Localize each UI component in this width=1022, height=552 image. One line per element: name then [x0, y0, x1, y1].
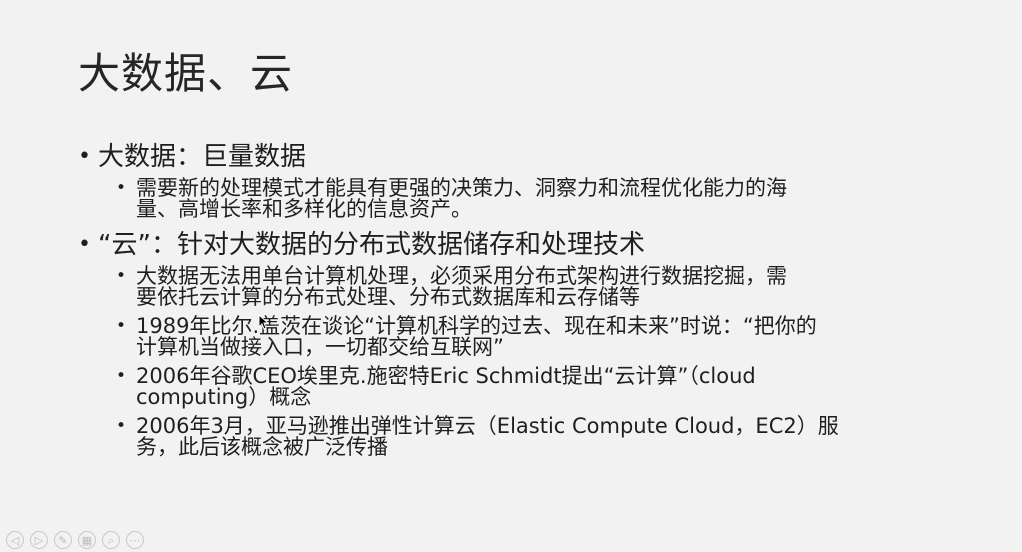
bullet-big-data: 大数据：巨量数据: [78, 140, 958, 174]
bullet-line: 1989年比尔.盖茨在谈论“计算机科学的过去、现在和未来”时说：“把你的: [136, 314, 817, 338]
bullet-cloud: “云”：针对大数据的分布式数据储存和处理技术: [78, 228, 958, 262]
sub-bullet-item: 1989年比尔.盖茨在谈论“计算机科学的过去、现在和未来”时说：“把你的 计算机…: [116, 316, 916, 358]
bullet-line: 2006年3月，亚马逊推出弹性计算云（Elastic Compute Cloud…: [136, 414, 839, 438]
bullet-line: 2006年谷歌CEO埃里克.施密特Eric Schmidt提出“云计算”（clo…: [136, 364, 756, 388]
mouse-pointer-icon: [258, 314, 270, 330]
previous-slide-icon[interactable]: ◁: [6, 531, 24, 549]
bullet-line: 计算机当做接入口，一切都交给互联网”: [136, 335, 504, 359]
slide-title: 大数据、云: [78, 49, 294, 98]
slides-grid-icon[interactable]: ▦: [78, 531, 96, 549]
next-slide-icon[interactable]: ▷: [30, 531, 48, 549]
pen-icon[interactable]: ✎: [54, 531, 72, 549]
bullet-line: 务，此后该概念被广泛传播: [136, 435, 388, 459]
zoom-icon[interactable]: ⌕: [102, 531, 120, 549]
bullet-line: 需要新的处理模式才能具有更强的决策力、洞察力和流程优化能力的海: [136, 176, 787, 200]
presentation-slide: 大数据、云 大数据：巨量数据 需要新的处理模式才能具有更强的决策力、洞察力和流程…: [0, 0, 1022, 552]
slideshow-toolbar: ◁ ▷ ✎ ▦ ⌕ ⋯: [6, 531, 144, 549]
sub-bullet-item: 2006年谷歌CEO埃里克.施密特Eric Schmidt提出“云计算”（clo…: [116, 366, 916, 408]
more-options-icon[interactable]: ⋯: [126, 531, 144, 549]
bullet-line: computing）概念: [136, 385, 312, 409]
sub-bullet-item: 大数据无法用单台计算机处理，必须采用分布式架构进行数据挖掘，需 要依托云计算的分…: [116, 266, 916, 308]
bullet-list: 大数据：巨量数据 需要新的处理模式才能具有更强的决策力、洞察力和流程优化能力的海…: [78, 140, 958, 458]
bullet-line: 大数据无法用单台计算机处理，必须采用分布式架构进行数据挖掘，需: [136, 264, 787, 288]
sub-bullet-item: 需要新的处理模式才能具有更强的决策力、洞察力和流程优化能力的海 量、高增长率和多…: [116, 178, 916, 220]
sub-bullet-item: 2006年3月，亚马逊推出弹性计算云（Elastic Compute Cloud…: [116, 416, 916, 458]
bullet-line: 量、高增长率和多样化的信息资产。: [136, 197, 472, 221]
bullet-line: 要依托云计算的分布式处理、分布式数据库和云存储等: [136, 285, 640, 309]
